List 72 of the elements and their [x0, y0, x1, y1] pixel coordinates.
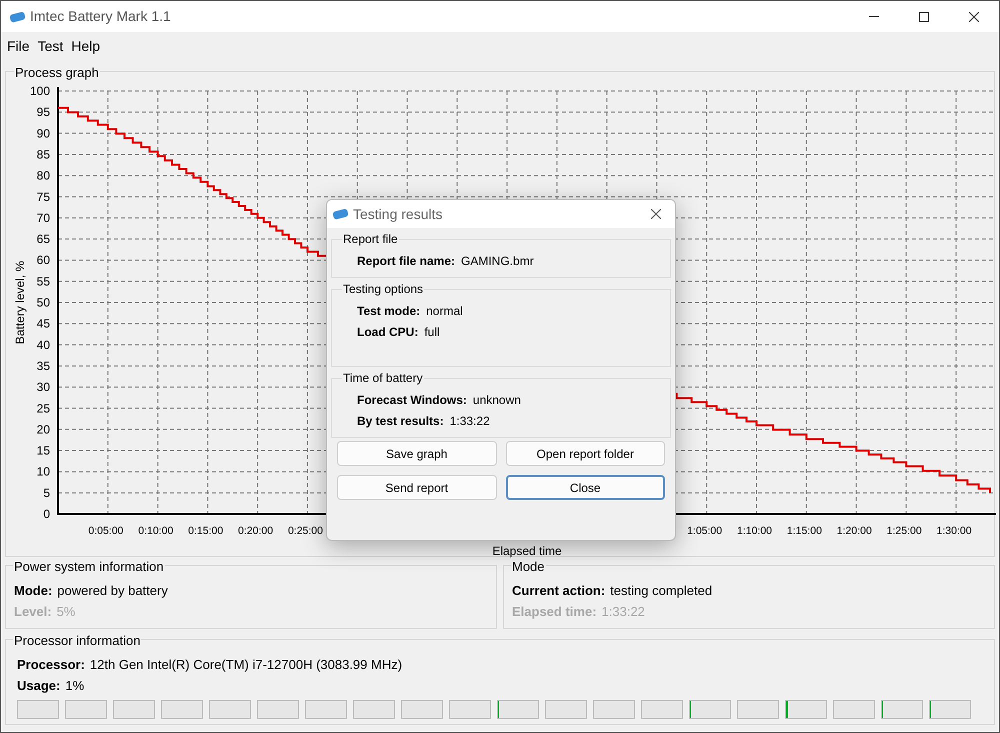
- field-label: Mode:: [14, 582, 52, 600]
- field-value: 1:33:22: [450, 412, 490, 430]
- axis-tick-label: 70: [36, 210, 50, 225]
- axis-tick-label: 45: [36, 316, 50, 331]
- field-label: Elapsed time:: [512, 602, 597, 621]
- menu-item[interactable]: Help: [67, 34, 104, 58]
- axis-tick-label: 5: [43, 486, 50, 500]
- axis-tick-label: 15: [36, 444, 50, 458]
- axis-tick-label: 95: [36, 105, 50, 120]
- axis-tick-label: 85: [36, 147, 50, 162]
- axis-tick-label: 0:05:00: [88, 525, 124, 537]
- axis-tick-label: 100: [30, 84, 50, 98]
- axis-tick-label: 30: [36, 380, 50, 394]
- axis-tick-label: 50: [36, 296, 50, 310]
- field-value: full: [424, 324, 440, 340]
- axis-tick-label: 1:10:00: [736, 525, 772, 537]
- field-value: powered by battery: [57, 582, 168, 600]
- axis-title: Elapsed time: [492, 544, 562, 558]
- dialog-title: Testing results: [353, 204, 442, 224]
- dialog-button[interactable]: Open report folder: [506, 441, 665, 466]
- window-title: Imtec Battery Mark 1.1: [30, 7, 171, 26]
- axis-tick-label: 10: [36, 464, 50, 479]
- close-icon: [969, 12, 979, 22]
- axis-tick-label: 1:30:00: [936, 525, 972, 537]
- axis-tick-label: 60: [36, 253, 50, 268]
- axis-tick-label: 0:10:00: [138, 525, 174, 537]
- axis-tick-label: 55: [36, 274, 50, 288]
- field-label: Report file name:: [357, 252, 456, 270]
- axis-title: Battery level, %: [13, 260, 27, 344]
- axis-tick-label: 1:25:00: [886, 525, 922, 537]
- field-label: Usage:: [17, 676, 60, 695]
- dialog-button[interactable]: Close: [506, 475, 665, 500]
- field-label: Load CPU:: [357, 324, 418, 340]
- axis-tick-label: 1:05:00: [687, 525, 722, 537]
- field-label: By test results:: [357, 412, 444, 430]
- close-icon: [651, 209, 661, 219]
- menu-item[interactable]: Test: [34, 34, 68, 58]
- maximize-icon: [919, 12, 929, 22]
- axis-tick-label: 0:25:00: [288, 525, 323, 537]
- axis-tick-label: 0:20:00: [238, 525, 274, 537]
- field-value: normal: [426, 302, 463, 320]
- field-label: Level:: [14, 602, 52, 621]
- battery-icon: [332, 208, 350, 220]
- field-value: 5%: [56, 602, 76, 621]
- axis-tick-label: 90: [36, 126, 50, 140]
- field-label: Forecast Windows:: [357, 392, 467, 408]
- axis-tick-label: 25: [36, 401, 50, 416]
- axis-tick-label: 35: [36, 358, 50, 373]
- field-label: Current action:: [512, 582, 606, 600]
- dialog-button[interactable]: Send report: [337, 475, 496, 500]
- field-value: 1:33:22: [602, 602, 645, 621]
- axis-tick-label: 40: [36, 338, 50, 352]
- field-value: GAMING.bmr: [461, 252, 534, 270]
- axis-tick-label: 80: [36, 168, 50, 183]
- field-value: unknown: [472, 392, 521, 408]
- axis-tick-label: 65: [36, 232, 50, 246]
- battery-icon: [9, 10, 27, 22]
- field-value: testing completed: [610, 582, 712, 600]
- field-label: Processor:: [17, 656, 85, 674]
- axis-tick-label: 75: [36, 190, 50, 204]
- close-button[interactable]: [649, 207, 663, 221]
- field-value: 1%: [65, 676, 84, 695]
- dialog-button[interactable]: Save graph: [337, 441, 496, 466]
- axis-tick-label: 1:15:00: [786, 525, 822, 537]
- axis-tick-label: 20: [36, 422, 50, 436]
- field-value: 12th Gen Intel(R) Core(TM) i7-12700H (3083.99 MHz): [90, 656, 402, 674]
- axis-tick-label: 1:20:00: [836, 525, 872, 537]
- axis-tick-label: 0: [43, 507, 50, 521]
- menu-item[interactable]: File: [3, 34, 34, 58]
- axis-tick-label: 0:15:00: [188, 525, 224, 537]
- minimize-icon: [869, 16, 879, 18]
- field-label: Test mode:: [357, 302, 420, 320]
